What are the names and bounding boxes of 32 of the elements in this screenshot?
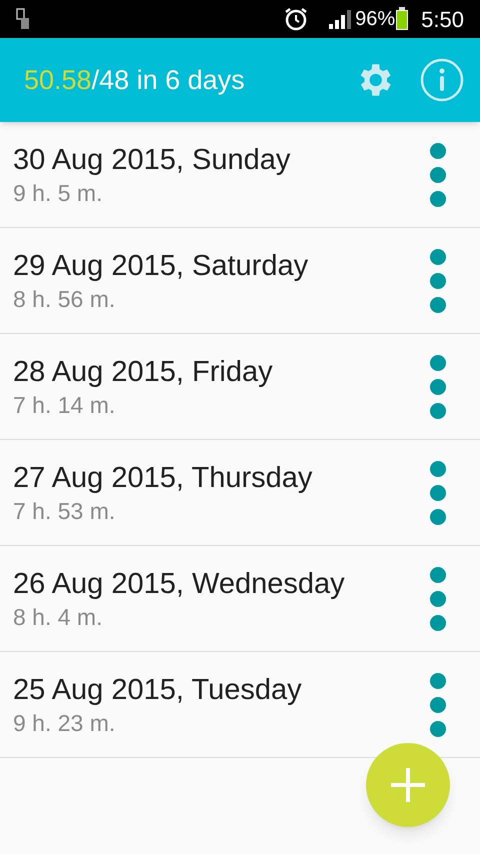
battery-percent: 96% xyxy=(355,7,396,32)
alarm-icon xyxy=(283,6,310,32)
more-icon xyxy=(430,672,446,736)
more-icon xyxy=(430,248,446,312)
day-date: 25 Aug 2015, Tuesday xyxy=(13,672,303,708)
plus-icon xyxy=(391,768,425,802)
more-icon xyxy=(430,460,446,524)
day-row[interactable]: 27 Aug 2015, Thursday 7 h. 53 m. xyxy=(0,440,480,546)
day-row[interactable]: 28 Aug 2015, Friday 7 h. 14 m. xyxy=(0,334,480,440)
day-duration: 8 h. 56 m. xyxy=(13,284,116,314)
day-row[interactable]: 30 Aug 2015, Sunday 9 h. 5 m. xyxy=(0,122,480,228)
day-duration: 9 h. 23 m. xyxy=(13,708,116,738)
day-row[interactable]: 29 Aug 2015, Saturday 8 h. 56 m. xyxy=(0,228,480,334)
day-date: 29 Aug 2015, Saturday xyxy=(13,248,310,284)
day-row[interactable]: 26 Aug 2015, Wednesday 8 h. 4 m. xyxy=(0,546,480,652)
info-icon xyxy=(420,58,464,102)
day-date: 30 Aug 2015, Sunday xyxy=(13,142,292,178)
day-duration: 8 h. 4 m. xyxy=(13,602,104,632)
more-icon xyxy=(430,354,446,418)
day-duration: 9 h. 5 m. xyxy=(13,178,104,208)
summary-title: 50.58/48 in 6 days xyxy=(24,64,246,97)
day-duration: 7 h. 53 m. xyxy=(13,496,116,526)
battery-icon xyxy=(395,7,410,31)
more-icon xyxy=(430,566,446,630)
day-date: 26 Aug 2015, Wednesday xyxy=(13,566,346,602)
day-duration: 7 h. 14 m. xyxy=(13,390,116,420)
clock-time: 5:50 xyxy=(421,6,464,34)
signal-icon xyxy=(329,9,352,29)
day-date: 28 Aug 2015, Friday xyxy=(13,354,274,390)
day-date: 27 Aug 2015, Thursday xyxy=(13,460,314,496)
usb-icon xyxy=(16,7,30,31)
more-icon xyxy=(430,142,446,206)
